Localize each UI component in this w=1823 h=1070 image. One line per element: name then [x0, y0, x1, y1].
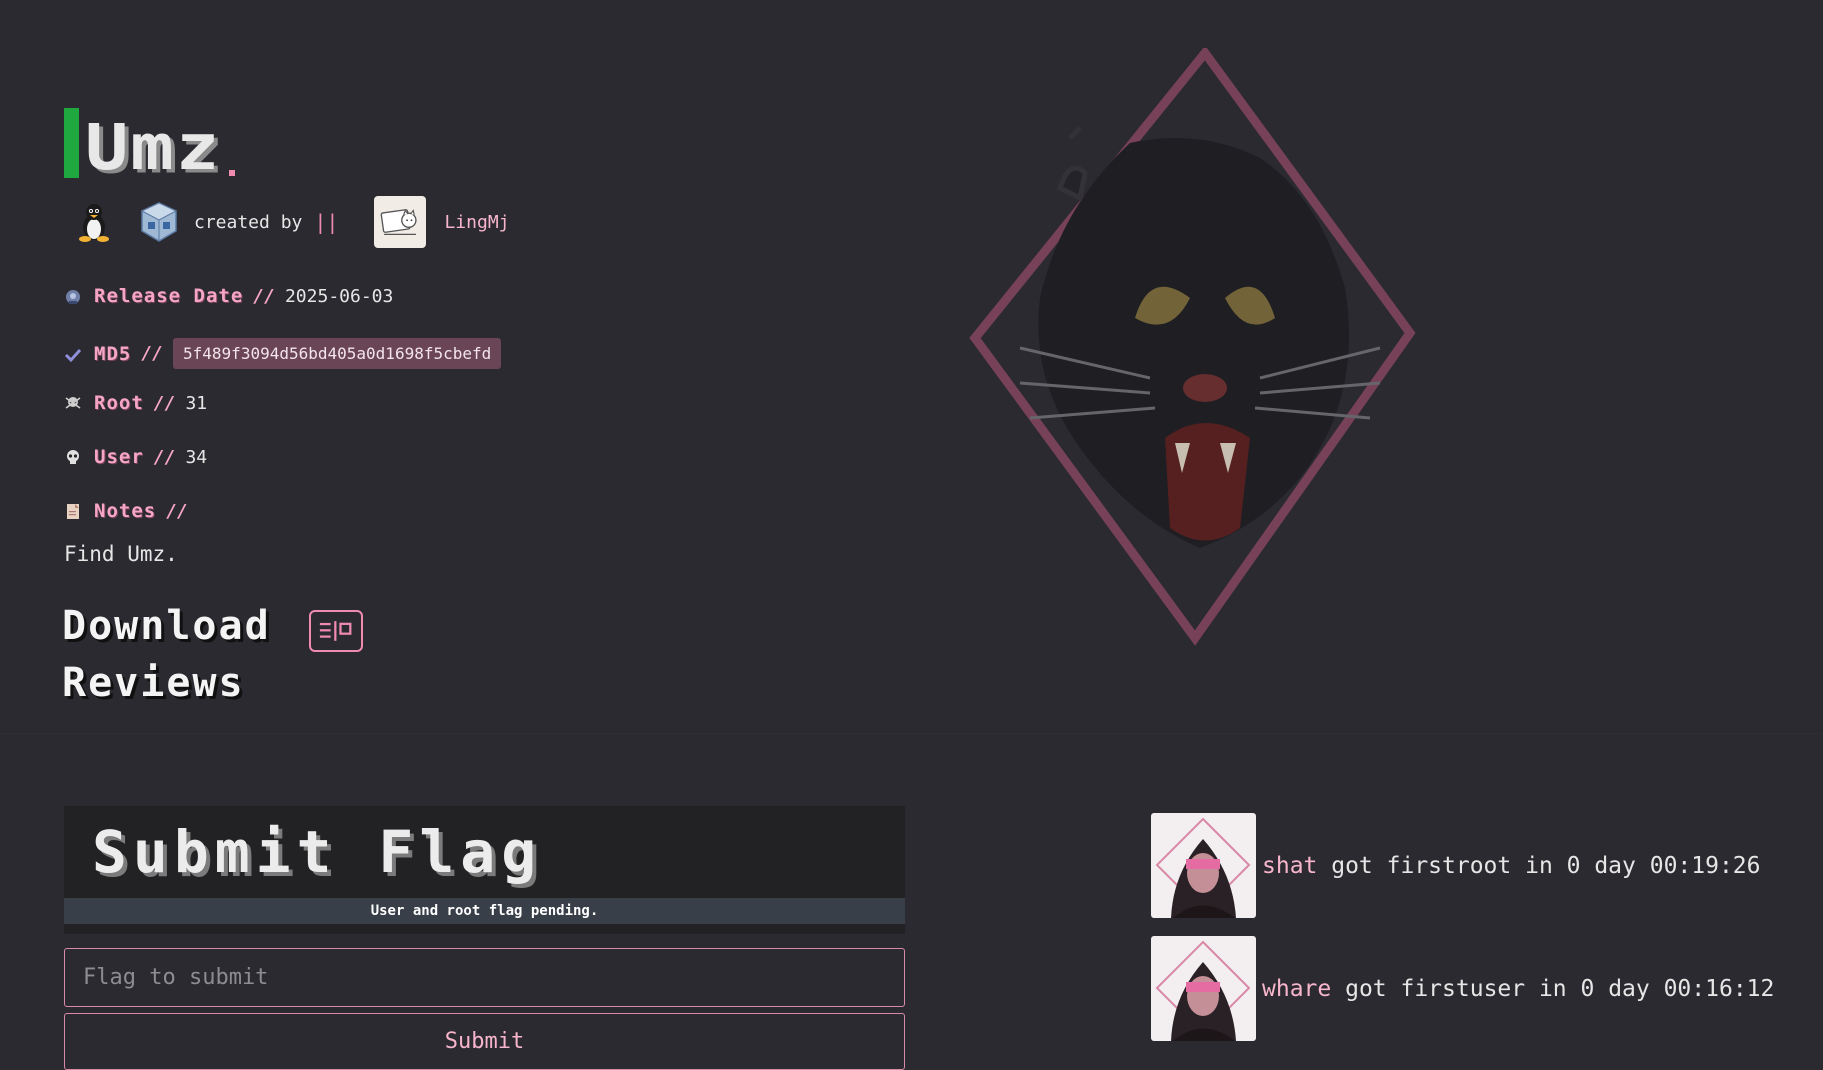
- user-separator: //: [153, 446, 176, 468]
- submit-flag-panel: Submit Flag User and root flag pending. …: [64, 806, 905, 1070]
- avatar[interactable]: [1151, 813, 1256, 918]
- first-user-blood: whare got firstuser in 0 day 00:16:12: [1151, 936, 1774, 1041]
- created-by-separator: ||: [314, 210, 339, 234]
- first-root-detail: got firstroot in 0 day 00:19:26: [1317, 852, 1761, 879]
- root-separator: //: [153, 392, 176, 414]
- checkmark-icon: [64, 345, 82, 363]
- author-avatar[interactable]: [374, 196, 427, 248]
- linux-penguin-icon: [74, 201, 114, 243]
- skull-crossbones-icon: [64, 394, 82, 412]
- author-link[interactable]: LingMj: [444, 212, 509, 233]
- section-divider: [0, 733, 1823, 734]
- reviews-heading[interactable]: Reviews: [62, 660, 245, 706]
- notes-text: Find Umz.: [64, 542, 178, 566]
- creator-row: created by || LingMj: [74, 196, 510, 248]
- md5-row: MD5 // 5f489f3094d56bd405a0d1698f5cbefd: [64, 338, 502, 369]
- notes-label: Notes: [94, 500, 157, 522]
- created-by-label: created by: [194, 211, 303, 233]
- machine-title-block: Umz: [64, 108, 236, 185]
- notes-separator: //: [166, 500, 188, 522]
- submit-flag-button[interactable]: Submit: [64, 1013, 905, 1070]
- first-root-user-link[interactable]: shat: [1262, 853, 1317, 879]
- md5-value[interactable]: 5f489f3094d56bd405a0d1698f5cbefd: [173, 338, 502, 369]
- first-user-detail: got firstuser in 0 day 00:16:12: [1331, 975, 1775, 1002]
- release-date-value: 2025-06-03: [284, 285, 394, 307]
- flag-input[interactable]: [64, 948, 905, 1007]
- release-date-row: Release Date // 2025-06-03: [64, 285, 393, 307]
- virtualbox-icon: [138, 200, 180, 244]
- submit-flag-header: Submit Flag: [64, 806, 905, 898]
- submit-flag-title: Submit Flag: [92, 818, 543, 886]
- first-root-blood: shat got firstroot in 0 day 00:19:26: [1151, 813, 1761, 918]
- md5-separator: //: [141, 343, 164, 364]
- release-date-separator: //: [253, 285, 275, 307]
- first-user-text: whare got firstuser in 0 day 00:16:12: [1262, 976, 1774, 1002]
- title-dot: [229, 170, 236, 176]
- first-user-user-link[interactable]: whare: [1262, 976, 1331, 1002]
- flag-status-bar: User and root flag pending.: [64, 898, 905, 934]
- root-count: 31: [185, 392, 208, 414]
- flag-status-text: User and root flag pending.: [64, 898, 905, 924]
- skull-icon: [64, 448, 82, 466]
- notes-row: Notes //: [64, 500, 198, 522]
- first-root-text: shat got firstroot in 0 day 00:19:26: [1262, 853, 1761, 879]
- download-row: Download: [62, 600, 363, 652]
- download-heading: Download: [62, 603, 271, 649]
- calendar-icon: [64, 287, 82, 305]
- root-label: Root: [94, 392, 144, 414]
- page-title: Umz: [85, 110, 222, 185]
- note-icon: [64, 502, 82, 520]
- user-count: 34: [185, 446, 208, 468]
- release-date-label: Release Date: [94, 285, 244, 307]
- root-row: Root // 31: [64, 392, 207, 414]
- title-accent-bar: [64, 108, 79, 178]
- download-card-icon[interactable]: [308, 610, 363, 652]
- machine-hero-image: [960, 45, 1420, 648]
- user-row: User // 34: [64, 446, 207, 468]
- md5-label: MD5: [94, 342, 132, 365]
- user-label: User: [94, 446, 144, 468]
- avatar[interactable]: [1151, 936, 1256, 1041]
